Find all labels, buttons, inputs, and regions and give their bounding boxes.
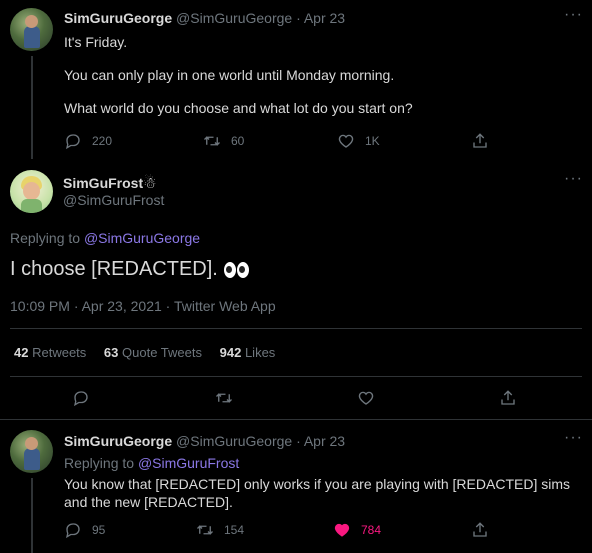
like-button[interactable]: 1K [337,132,380,150]
quotes-count: 63 [103,345,119,360]
more-icon[interactable]: ··· [564,171,583,187]
retweet-count: 154 [224,523,245,537]
reply-icon [66,134,80,150]
reply-count: 220 [92,134,113,148]
thread-line [31,478,33,553]
display-name[interactable]: SimGuruGeorge [64,10,172,26]
share-button[interactable] [499,389,517,407]
reply-button[interactable] [72,389,90,407]
reply-button[interactable]: 220 [64,132,112,150]
handle[interactable]: @SimGuruFrost [63,192,164,208]
handle-date[interactable]: @SimGuruGeorge · Apr 23 [176,433,345,449]
share-icon [501,390,515,405]
snowman-icon: ☃ [143,175,157,192]
reply-count: 95 [92,523,106,537]
retweets-label: Retweets [32,345,87,360]
like-count: 1K [365,134,380,148]
tweet-text: It's Friday. You can only play in one wo… [64,33,413,117]
retweets-count: 42 [14,345,29,360]
retweet-icon [204,136,220,146]
divider [0,419,592,420]
reply-button[interactable]: 95 [64,521,105,539]
replying-label: Replying to [10,230,81,246]
share-icon [473,133,487,148]
divider [10,328,582,329]
retweet-icon [197,525,213,535]
avatar[interactable] [10,8,53,51]
tweet-body: I choose [REDACTED]. [10,258,218,280]
share-button[interactable] [471,521,489,539]
retweet-button[interactable]: 60 [203,132,244,150]
retweet-count: 60 [231,134,245,148]
replying-to-link[interactable]: @SimGuruGeorge [84,230,200,246]
reply-icon [66,523,80,539]
like-icon [338,134,354,148]
retweet-button[interactable] [215,389,233,407]
share-button[interactable] [471,132,489,150]
tweet-line: What world do you choose and what lot do… [64,100,413,116]
likes-label: Likes [244,345,276,360]
likes-count: 942 [219,345,242,360]
stats-row: 42 Retweets 63 Quote Tweets 942 Likes [14,345,275,360]
retweet-button[interactable]: 154 [196,521,244,539]
timestamp[interactable]: 10:09 PM · Apr 23, 2021 · Twitter Web Ap… [10,298,276,314]
more-icon[interactable]: ··· [564,430,583,446]
retweets-stat[interactable]: 42 Retweets [14,345,86,360]
quotes-label: Quote Tweets [122,345,202,360]
like-button[interactable] [357,389,375,407]
eyes-icon [223,261,249,278]
retweet-icon [216,393,232,403]
share-icon [473,522,487,537]
like-filled-icon [334,523,350,537]
display-name[interactable]: SimGuruGeorge [64,433,172,449]
like-count: 784 [361,523,382,537]
avatar[interactable] [10,170,53,213]
avatar[interactable] [10,430,53,473]
display-name[interactable]: SimGuFrost [63,175,143,191]
tweet-text: I choose [REDACTED]. [10,258,249,281]
handle-date[interactable]: @SimGuruGeorge · Apr 23 [176,10,345,26]
like-icon [358,391,374,405]
tweet-text: You know that [REDACTED] only works if y… [64,476,570,510]
replying-to-link[interactable]: @SimGuruFrost [138,455,239,471]
thread-line [31,56,33,159]
like-button[interactable]: 784 [333,521,381,539]
reply-icon [74,391,88,407]
quotes-stat[interactable]: 63 Quote Tweets [104,345,202,360]
tweet-line: You can only play in one world until Mon… [64,67,395,83]
replying-label: Replying to [64,455,135,471]
likes-stat[interactable]: 942 Likes [220,345,276,360]
tweet-line: It's Friday. [64,34,128,50]
divider [10,376,582,377]
more-icon[interactable]: ··· [564,7,583,23]
